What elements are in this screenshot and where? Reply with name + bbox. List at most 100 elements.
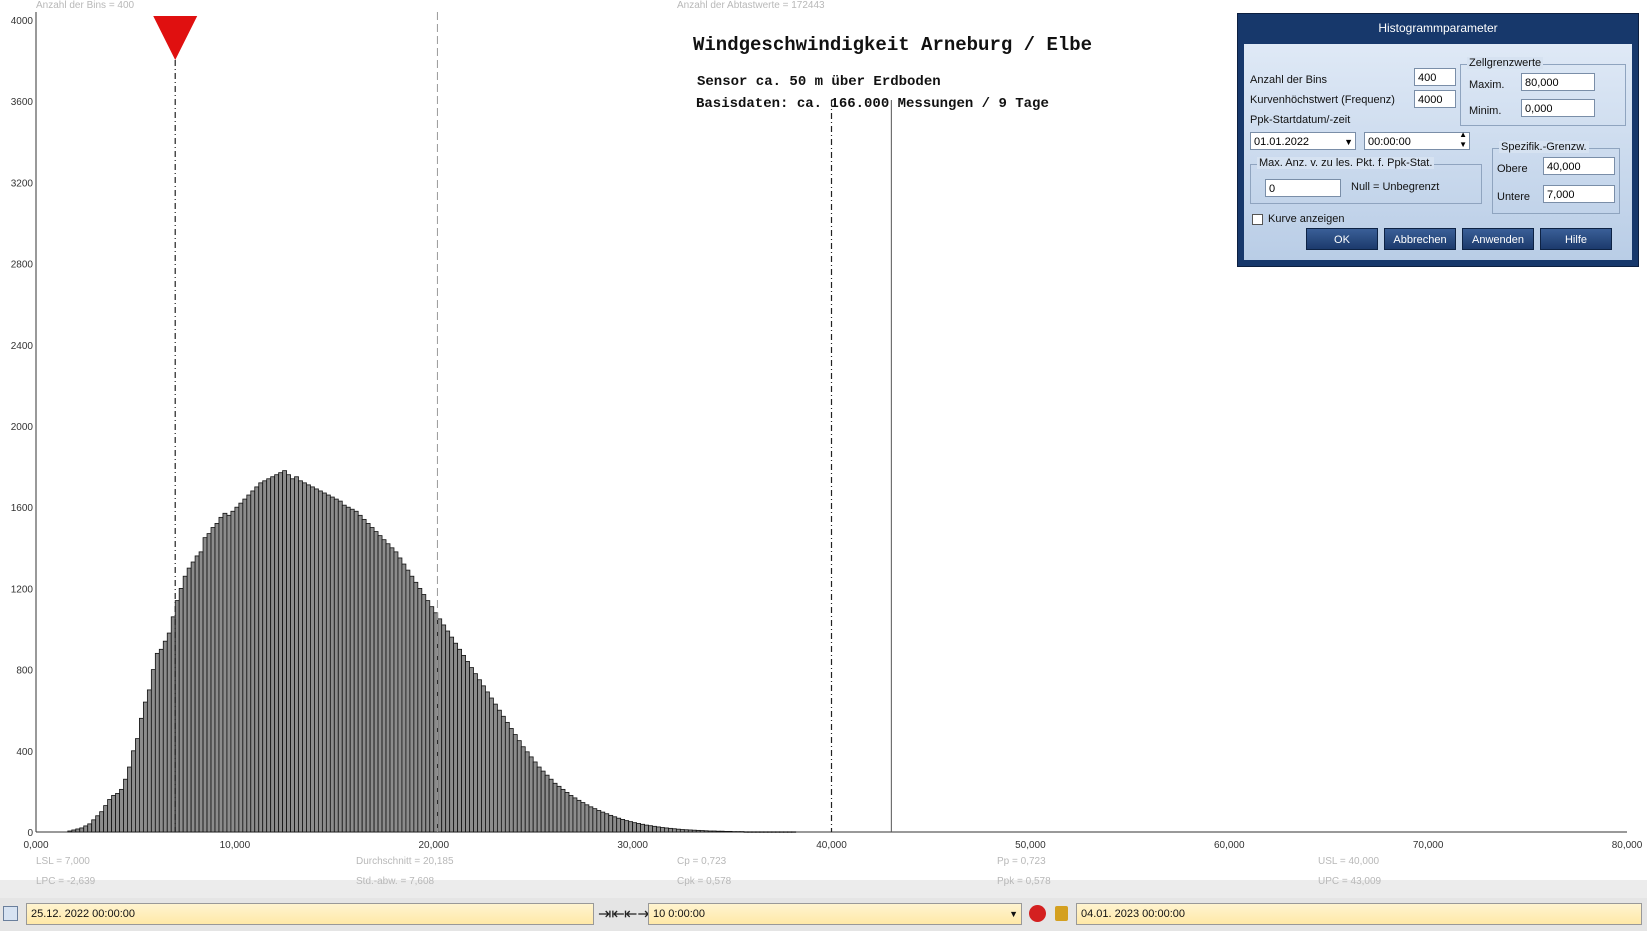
- histogram-bar: [604, 813, 610, 833]
- histogram-bar: [369, 527, 375, 833]
- dialog-body: Anzahl der Bins 400 Kurvenhöchstwert (Fr…: [1244, 44, 1632, 260]
- histogram-bar: [318, 490, 323, 833]
- histogram-bar: [624, 820, 630, 833]
- histogram-bar: [150, 669, 156, 833]
- histogram-bar: [656, 826, 661, 833]
- spec-limits-group-title: Spezifik.-Grenzw.: [1499, 141, 1589, 153]
- histogram-bar: [735, 831, 741, 833]
- usl-stat: USL = 40,000: [1318, 856, 1380, 867]
- apply-button[interactable]: Anwenden: [1462, 228, 1534, 250]
- histogram-bar: [508, 728, 514, 833]
- histogram-bar: [544, 774, 550, 833]
- y-tick-label: 3200: [11, 178, 34, 189]
- histogram-bar: [664, 827, 669, 833]
- histogram-bar: [162, 640, 168, 833]
- start-date-select[interactable]: 01.01.2022 ▼: [1250, 132, 1356, 150]
- upper-limit-label: Obere: [1497, 163, 1528, 175]
- chevron-down-icon: ▼: [1009, 909, 1018, 919]
- histogram-bar: [699, 830, 705, 833]
- y-tick-label: 1600: [11, 503, 34, 514]
- shrink-range-icon[interactable]: ⇥⇤: [598, 904, 625, 924]
- spec-limits-group: Spezifik.-Grenzw. Obere 40,000 Untere 7,…: [1492, 141, 1620, 214]
- histogram-bar: [142, 701, 148, 833]
- y-tick-label: 800: [16, 666, 33, 677]
- clock-icon[interactable]: [1029, 905, 1046, 922]
- min-input[interactable]: 0,000: [1521, 99, 1595, 117]
- lock-icon[interactable]: [1055, 906, 1068, 921]
- histogram-bar: [329, 496, 335, 833]
- samples-count-label: Anzahl der Abtastwerte = 172443: [677, 0, 825, 11]
- histogram-bar: [779, 831, 785, 833]
- histogram-bar: [274, 474, 280, 833]
- histogram-bar: [596, 810, 602, 833]
- end-datetime-field[interactable]: 04.01. 2023 00:00:00: [1076, 903, 1642, 925]
- ppk-start-label: Ppk-Startdatum/-zeit: [1250, 114, 1351, 126]
- y-tick-label: 2800: [11, 260, 34, 271]
- histogram-bar: [552, 782, 558, 833]
- histogram-bar: [135, 738, 140, 833]
- histogram-bar: [298, 480, 303, 833]
- max-frequency-input[interactable]: 4000: [1414, 90, 1456, 108]
- start-datetime-field[interactable]: 25.12. 2022 00:00:00: [26, 903, 594, 925]
- max-count-input[interactable]: 0: [1265, 179, 1341, 197]
- max-input[interactable]: 80,000: [1521, 73, 1595, 91]
- lower-limit-input[interactable]: 7,000: [1543, 185, 1615, 203]
- histogram-bar: [349, 508, 355, 833]
- histogram-bar: [230, 510, 236, 833]
- histogram-bar: [500, 715, 506, 833]
- std-stat: Std.-abw. = 7,608: [356, 876, 435, 887]
- upper-limit-input[interactable]: 40,000: [1543, 157, 1615, 175]
- histogram-bar: [481, 685, 486, 833]
- histogram-bar: [389, 547, 395, 833]
- show-curve-checkbox[interactable]: [1252, 214, 1263, 225]
- histogram-bar: [616, 817, 622, 833]
- histogram-bar: [325, 494, 331, 833]
- lower-limit-label: Untere: [1497, 191, 1531, 203]
- histogram-bar: [282, 470, 287, 833]
- histogram-bar: [767, 831, 773, 833]
- histogram-bar: [640, 823, 645, 833]
- histogram-bar: [477, 679, 482, 833]
- histogram-bar: [119, 788, 124, 833]
- cell-limits-group-title: Zellgrenzwerte: [1467, 57, 1544, 69]
- end-datetime-value: 04.01. 2023 00:00:00: [1081, 908, 1185, 920]
- histogram-bar: [485, 691, 490, 833]
- max-label: Maxim.: [1469, 79, 1505, 91]
- interval-value: 10 0:00:00: [653, 908, 705, 920]
- ok-button[interactable]: OK: [1306, 228, 1378, 250]
- histogram-bar: [286, 474, 291, 833]
- x-tick-label: 30,000: [617, 840, 648, 851]
- bins-input[interactable]: 400: [1414, 68, 1456, 86]
- histogram-bar: [548, 778, 554, 833]
- histogram-bar: [600, 811, 606, 833]
- histogram-bar: [751, 831, 757, 833]
- histogram-bar: [703, 830, 709, 833]
- histogram-bar: [99, 811, 105, 833]
- lsl-marker-triangle: [153, 16, 198, 60]
- cancel-button[interactable]: Abbrechen: [1384, 228, 1456, 250]
- expand-range-icon[interactable]: ⇤⇥: [624, 904, 651, 924]
- start-time-spinner[interactable]: 00:00:00 ▲ ▼: [1364, 130, 1470, 150]
- histogram-bar: [660, 827, 665, 833]
- histogram-bar: [314, 488, 319, 833]
- histogram-bar: [469, 667, 474, 833]
- histogram-bar: [139, 717, 144, 833]
- histogram-bar: [202, 537, 208, 833]
- histogram-bar: [321, 492, 327, 833]
- histogram-bar: [445, 630, 451, 833]
- histogram-bar: [588, 806, 594, 833]
- interval-select[interactable]: 10 0:00:00 ▼: [648, 903, 1022, 925]
- y-tick-label: 0: [27, 828, 33, 839]
- histogram-bar: [473, 673, 478, 833]
- histogram-bar: [691, 829, 697, 833]
- histogram-bar: [91, 819, 97, 833]
- histogram-bar: [679, 829, 685, 833]
- histogram-bar: [79, 827, 85, 833]
- min-label: Minim.: [1469, 105, 1502, 117]
- y-tick-label: 2400: [11, 341, 34, 352]
- help-button[interactable]: Hilfe: [1540, 228, 1612, 250]
- histogram-bar: [421, 594, 427, 833]
- histogram-bar: [568, 795, 574, 833]
- calendar-icon[interactable]: [3, 906, 18, 921]
- histogram-bar: [628, 821, 634, 833]
